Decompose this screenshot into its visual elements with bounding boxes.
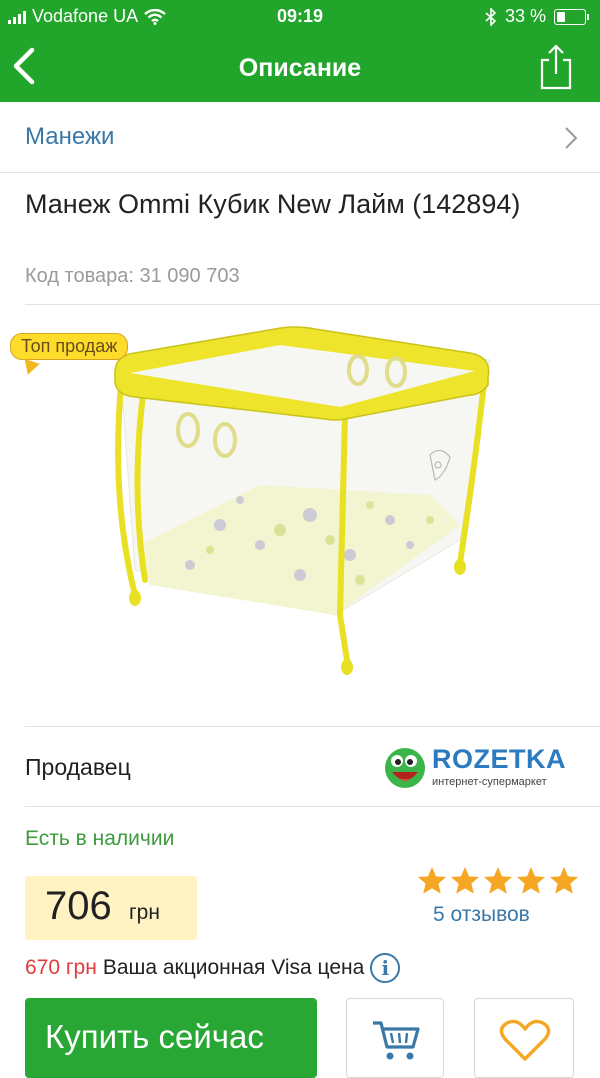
reviews-link[interactable]: 5 отзывов: [433, 903, 530, 927]
rating-stars: [416, 865, 580, 897]
star-icon: [451, 867, 479, 894]
share-button[interactable]: [538, 44, 578, 92]
add-to-cart-button[interactable]: [346, 998, 444, 1078]
seller-label: Продавец: [25, 754, 131, 780]
bluetooth-icon: [485, 7, 497, 26]
status-right: 33 %: [485, 6, 589, 27]
star-icon: [517, 867, 545, 894]
buy-now-label: Купить сейчас: [45, 1018, 264, 1055]
breadcrumb-label: Манежи: [25, 123, 115, 150]
info-icon[interactable]: i: [370, 953, 401, 983]
nav-bar: Описание: [0, 34, 600, 102]
price-box: 706 грн: [25, 876, 197, 940]
promo-price: 670 грн: [25, 956, 97, 979]
seller-tagline: интернет-супермаркет: [432, 776, 547, 788]
buy-now-button[interactable]: Купить сейчас: [25, 998, 317, 1078]
star-icon: [550, 867, 578, 894]
product-title: Манеж Ommi Кубик New Лайм (142894): [25, 189, 521, 219]
heart-icon: [499, 1019, 551, 1061]
price-value: 706: [45, 884, 112, 928]
promo-line: 670 грн Ваша акционная Visa цена i: [25, 953, 401, 983]
product-image[interactable]: [100, 315, 500, 695]
star-icon: [484, 867, 512, 894]
price-currency: грн: [129, 901, 160, 924]
badge-tail: [20, 358, 40, 378]
top-sales-badge: Топ продаж: [10, 333, 129, 360]
wishlist-button[interactable]: [474, 998, 574, 1078]
divider: [25, 806, 600, 807]
category-breadcrumb[interactable]: Манежи: [0, 102, 600, 173]
divider: [25, 726, 600, 727]
product-code: Код товара: 31 090 703: [25, 265, 240, 287]
promo-text: Ваша акционная Visa цена: [102, 956, 365, 979]
battery-percent: 33 %: [504, 6, 546, 26]
page-title: Описание: [238, 54, 362, 82]
seller-name: ROZETKA: [432, 744, 566, 774]
divider: [25, 304, 600, 305]
chevron-right-icon: [565, 127, 578, 149]
status-bar: Vodafone UA 09:19 33 %: [0, 0, 600, 34]
rozetka-logo-icon: [385, 748, 425, 788]
availability-status: Есть в наличии: [25, 827, 175, 850]
share-icon: [540, 44, 572, 90]
cart-icon: [373, 1021, 420, 1060]
star-icon: [418, 867, 446, 894]
battery-icon: [554, 8, 589, 25]
